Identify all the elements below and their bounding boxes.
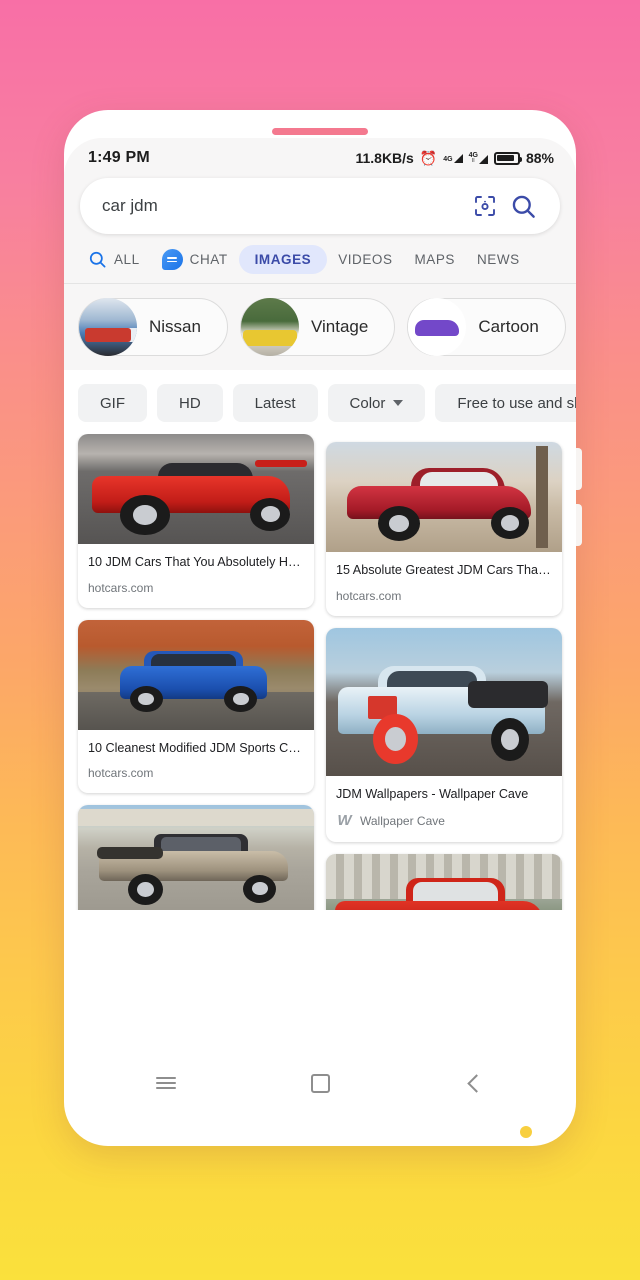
speaker-grille	[272, 128, 368, 135]
result-source: hotcars.com	[88, 766, 154, 781]
result-meta: 10 Cleanest Modified JDM Sports Car... h…	[78, 730, 314, 794]
result-thumbnail[interactable]	[326, 442, 562, 552]
tab-maps[interactable]: MAPS	[404, 245, 466, 274]
tab-news[interactable]: NEWS	[466, 245, 531, 274]
category-thumbnail-cartoon	[408, 298, 467, 356]
result-card[interactable]: 15 JDM Cars We'd Buy Over A Muscle ... h…	[78, 805, 314, 910]
search-bar[interactable]: car jdm	[80, 178, 560, 234]
android-navigation-bar	[64, 1048, 576, 1118]
tab-chat[interactable]: CHAT	[151, 242, 239, 277]
sim2-sub-label: II	[471, 158, 475, 164]
result-thumbnail[interactable]	[326, 854, 562, 910]
image-results-grid: 10 JDM Cars That You Absolutely Hav... h…	[78, 434, 562, 910]
status-clock: 1:49 PM	[88, 149, 150, 166]
result-source: Wallpaper Cave	[360, 813, 445, 828]
search-input[interactable]: car jdm	[102, 196, 466, 216]
result-meta: 10 JDM Cars That You Absolutely Hav... h…	[78, 544, 314, 608]
filter-chip-label: GIF	[100, 394, 125, 412]
tab-maps-label: MAPS	[414, 252, 455, 267]
result-source-row: hotcars.com	[88, 766, 304, 780]
search-header: car jdm ALL CHAT IMAGES VIDEOS MAPS NEWS…	[64, 178, 576, 370]
filter-chip-label: Free to use and sha	[457, 394, 576, 412]
tab-videos[interactable]: VIDEOS	[327, 245, 403, 274]
result-title: 10 Cleanest Modified JDM Sports Car...	[88, 740, 304, 755]
phone-screen: 1:49 PM 11.8KB/s ⏰ 4G 4G II 88% car jdm …	[64, 138, 576, 1118]
chat-bubble-icon	[161, 249, 183, 270]
sim2-bars-icon	[478, 155, 488, 164]
result-source-row: W Wallpaper Cave	[336, 812, 552, 829]
result-source-row: hotcars.com	[88, 581, 304, 595]
chevron-down-icon	[393, 400, 404, 406]
result-thumbnail[interactable]	[78, 434, 314, 544]
category-chip-nissan[interactable]: Nissan	[78, 298, 228, 356]
tab-videos-label: VIDEOS	[338, 252, 393, 267]
result-card[interactable]: Jdm Cars Uk - How Car Specs B blogspot.c…	[326, 854, 562, 910]
tab-all-label: ALL	[114, 252, 140, 267]
result-card[interactable]: 15 Absolute Greatest JDM Cars That ... h…	[326, 442, 562, 616]
battery-icon	[493, 151, 522, 165]
category-chip-carousel[interactable]: Nissan Vintage Cartoon	[64, 284, 576, 360]
result-meta: 15 Absolute Greatest JDM Cars That ... h…	[326, 552, 562, 616]
result-title: 10 JDM Cars That You Absolutely Hav...	[88, 555, 304, 569]
battery-fill-level	[497, 155, 515, 161]
result-title: 15 Absolute Greatest JDM Cars That ...	[336, 563, 552, 577]
tab-images-label: IMAGES	[254, 252, 312, 267]
filter-chip-label: Color	[349, 394, 386, 412]
result-card[interactable]: JDM Wallpapers - Wallpaper Cave W Wallpa…	[326, 627, 562, 843]
result-thumbnail[interactable]	[78, 619, 314, 730]
battery-percent-text: 88%	[525, 150, 554, 166]
result-thumbnail[interactable]	[326, 627, 562, 776]
tab-images[interactable]: IMAGES	[238, 245, 328, 274]
sim1-network-label: 4G	[443, 155, 453, 163]
network-speed-text: 11.8KB/s	[355, 150, 414, 166]
filter-chip-free-to-use[interactable]: Free to use and sha	[435, 384, 576, 422]
search-icon	[89, 251, 106, 268]
filter-chip-color[interactable]: Color	[327, 384, 426, 422]
image-results-scroll-area[interactable]: 10 JDM Cars That You Absolutely Hav... h…	[64, 434, 576, 910]
filter-chip-gif[interactable]: GIF	[78, 384, 147, 422]
notification-led-indicator	[520, 1126, 532, 1138]
image-filter-chips[interactable]: GIF HD Latest Color Free to use and sha	[64, 370, 576, 434]
results-column-left: 10 JDM Cars That You Absolutely Hav... h…	[78, 434, 314, 910]
category-thumbnail-nissan	[79, 298, 137, 356]
google-lens-icon[interactable]	[466, 187, 504, 225]
result-card[interactable]: 10 JDM Cars That You Absolutely Hav... h…	[78, 434, 314, 608]
category-chip-label: Nissan	[149, 317, 201, 336]
tab-all[interactable]: ALL	[86, 243, 151, 276]
sim1-signal-icon: 4G	[443, 153, 463, 163]
filter-chip-hd[interactable]: HD	[157, 384, 223, 422]
tab-news-label: NEWS	[476, 252, 520, 267]
result-meta: JDM Wallpapers - Wallpaper Cave W Wallpa…	[326, 776, 562, 843]
volume-down-button[interactable]	[575, 504, 582, 546]
status-icons-group: 11.8KB/s ⏰ 4G 4G II 88%	[355, 150, 554, 166]
category-chip-vintage[interactable]: Vintage	[239, 298, 396, 356]
result-title: JDM Wallpapers - Wallpaper Cave	[336, 786, 529, 801]
alarm-clock-icon: ⏰	[419, 150, 438, 166]
search-vertical-tabs: ALL CHAT IMAGES VIDEOS MAPS NEWS	[64, 234, 576, 284]
wallpaper-cave-favicon: W	[337, 812, 352, 830]
category-chip-label: Vintage	[310, 317, 369, 336]
result-source: hotcars.com	[88, 580, 154, 595]
result-source: hotcars.com	[336, 588, 402, 603]
result-source-row: hotcars.com	[336, 589, 552, 603]
filter-chip-latest[interactable]: Latest	[232, 384, 318, 422]
home-icon[interactable]	[293, 1061, 347, 1105]
filter-chip-label: Latest	[254, 394, 296, 412]
category-chip-cartoon[interactable]: Cartoon	[407, 298, 566, 356]
sim1-bars-icon	[453, 153, 463, 163]
filter-chip-label: HD	[179, 394, 201, 412]
back-icon[interactable]	[447, 1061, 501, 1105]
recents-icon[interactable]	[139, 1061, 193, 1105]
result-card[interactable]: 10 Cleanest Modified JDM Sports Car... h…	[78, 619, 314, 794]
volume-up-button[interactable]	[575, 448, 582, 490]
sim2-signal-icon: 4G II	[469, 152, 488, 164]
category-thumbnail-vintage	[240, 298, 299, 356]
category-chip-label: Cartoon	[478, 317, 539, 336]
results-column-right: 15 Absolute Greatest JDM Cars That ... h…	[326, 442, 562, 910]
result-thumbnail[interactable]	[78, 805, 314, 910]
status-bar: 1:49 PM 11.8KB/s ⏰ 4G 4G II 88%	[64, 138, 576, 178]
tab-chat-label: CHAT	[189, 252, 228, 267]
search-icon[interactable]	[504, 187, 542, 225]
phone-device-frame: 1:49 PM 11.8KB/s ⏰ 4G 4G II 88% car jdm …	[64, 110, 582, 1146]
